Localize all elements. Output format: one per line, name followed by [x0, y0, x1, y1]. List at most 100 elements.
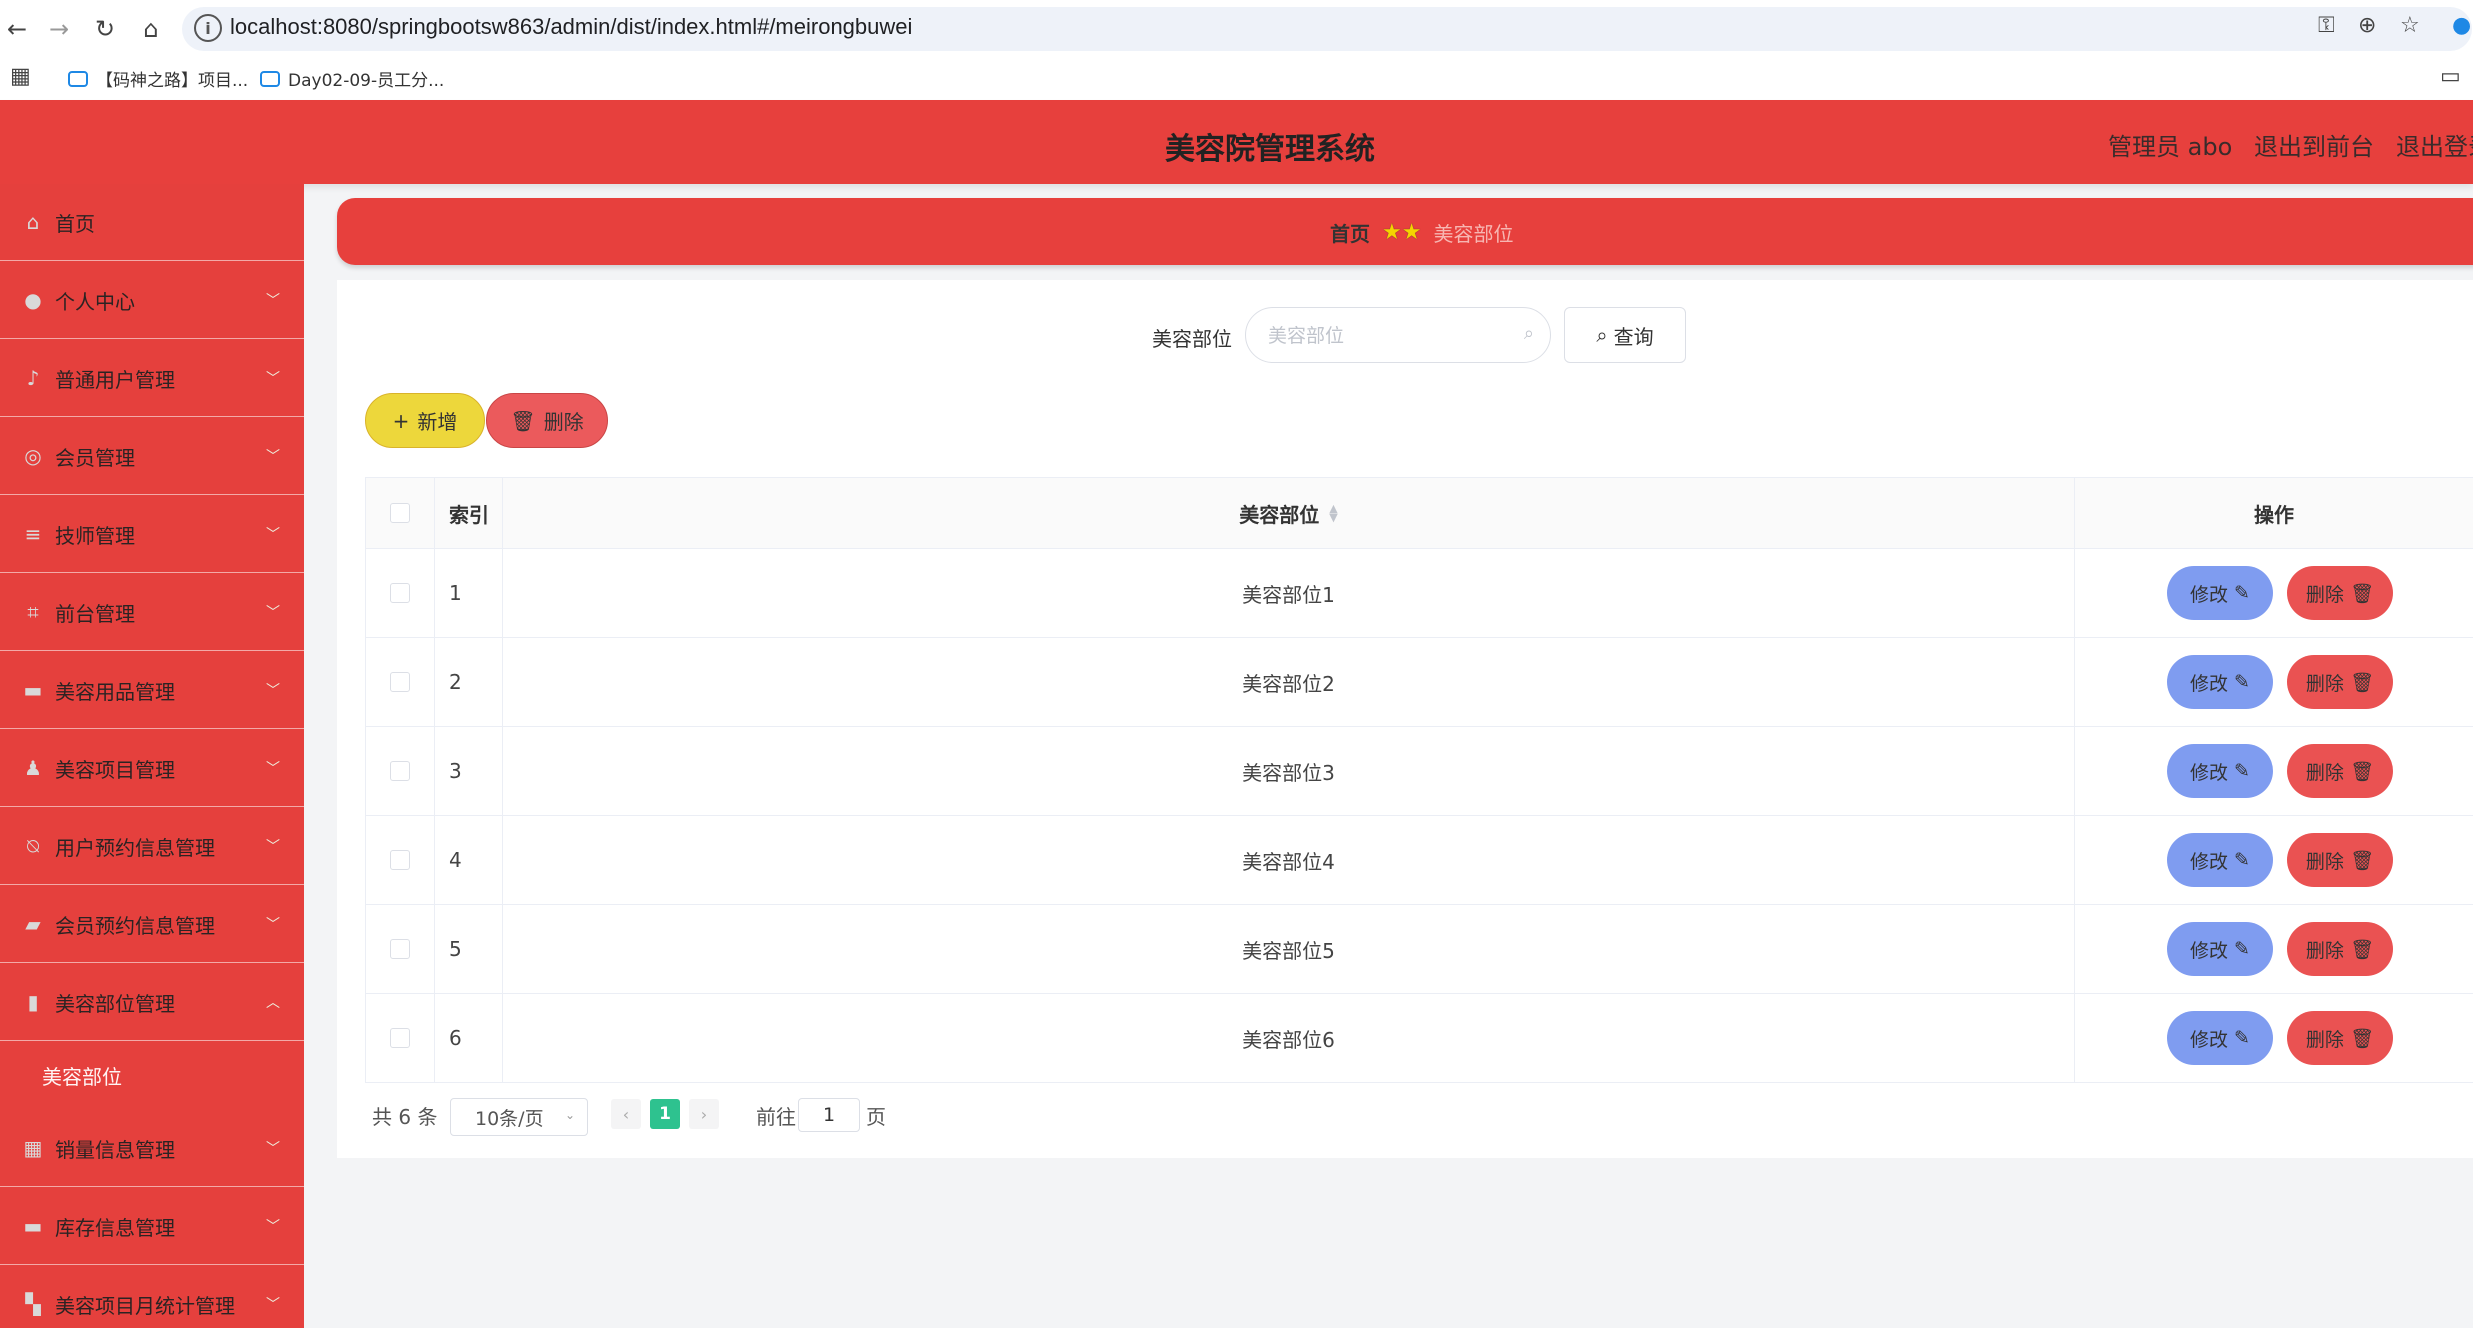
sort-caret-icon[interactable]: ▲ ▼ [1329, 503, 1337, 523]
sidebar-item[interactable]: ▰ 会员预约信息管理 ﹀ [0, 886, 304, 963]
bookmark-item[interactable]: Day02-09-员工分... [260, 66, 444, 91]
logout-link[interactable]: 退出登录 [2396, 127, 2473, 162]
sidebar-item[interactable]: ♟ 美容项目管理 ﹀ [0, 730, 304, 807]
sidebar-item[interactable]: ▮ 美容部位管理 ︿ [0, 964, 304, 1041]
row-delete-button[interactable]: 删除 🗑 [2287, 744, 2393, 798]
edit-button[interactable]: 修改 ✎ [2167, 833, 2273, 887]
edit-button[interactable]: 修改 ✎ [2167, 655, 2273, 709]
chevron-down-icon: ﹀ [266, 605, 280, 621]
edit-icon: ✎ [2234, 760, 2250, 782]
sidebar-item[interactable]: ≡ 技师管理 ﹀ [0, 496, 304, 573]
sidebar-item[interactable]: ▦ 销量信息管理 ﹀ [0, 1110, 304, 1187]
header-name[interactable]: 美容部位 ▲ ▼ [503, 478, 2075, 548]
sidebar-item-label: 会员管理 [55, 445, 135, 470]
row-checkbox[interactable] [390, 761, 410, 781]
row-delete-button[interactable]: 删除 🗑 [2287, 922, 2393, 976]
row-delete-button[interactable]: 删除 🗑 [2287, 566, 2393, 620]
bookmark-item[interactable]: 【码神之路】项目... [68, 66, 248, 91]
sidebar-item-label: 个人中心 [55, 289, 135, 314]
query-button[interactable]: ⌕ 查询 [1564, 307, 1686, 363]
chevron-down-icon: ﹀ [266, 371, 280, 387]
sidebar-item[interactable]: ⌂ 首页 [0, 184, 304, 261]
sidebar-item[interactable]: ◎ 会员管理 ﹀ [0, 418, 304, 495]
row-name: 美容部位4 [503, 816, 2075, 904]
row-name: 美容部位1 [503, 549, 2075, 637]
add-button[interactable]: + 新增 [365, 393, 485, 448]
edit-button[interactable]: 修改 ✎ [2167, 922, 2273, 976]
row-delete-button[interactable]: 删除 🗑 [2287, 833, 2393, 887]
edit-icon: ✎ [2234, 582, 2250, 604]
row-checkbox[interactable] [390, 583, 410, 603]
profile-icon[interactable]: ● [2452, 13, 2471, 38]
row-checkbox-cell [365, 816, 435, 904]
chevron-down-icon: ﹀ [266, 839, 280, 855]
edit-button[interactable]: 修改 ✎ [2167, 1011, 2273, 1065]
home-browser-icon[interactable]: ⌂ [134, 12, 168, 46]
row-delete-button[interactable]: 删除 🗑 [2287, 1011, 2393, 1065]
row-name: 美容部位2 [503, 638, 2075, 726]
search-box[interactable]: ⌕ [1245, 307, 1551, 364]
row-delete-button[interactable]: 删除 🗑 [2287, 655, 2393, 709]
prev-page-button[interactable]: ‹ [611, 1099, 641, 1129]
row-index: 2 [435, 638, 503, 726]
sidebar-item-label: 普通用户管理 [55, 367, 175, 392]
edit-button[interactable]: 修改 ✎ [2167, 744, 2273, 798]
goto-page-input[interactable] [798, 1098, 860, 1132]
reload-icon[interactable]: ↻ [88, 12, 122, 46]
apps-grid-icon[interactable]: ▦ [10, 64, 31, 89]
page-size-select[interactable]: 10条/页 ⌄ [450, 1098, 588, 1136]
exit-to-front-link[interactable]: 退出到前台 [2254, 127, 2374, 162]
row-checkbox[interactable] [390, 939, 410, 959]
chevron-down-icon: ﹀ [266, 917, 280, 933]
next-page-button[interactable]: › [689, 1099, 719, 1129]
folder-icon[interactable]: ▭ [2440, 64, 2461, 89]
sidebar-item[interactable]: ♪ 普通用户管理 ﹀ [0, 340, 304, 417]
chevron-down-icon: ﹀ [266, 527, 280, 543]
search-icon: ⌕ [1523, 323, 1534, 344]
search-label: 美容部位 [1152, 327, 1232, 351]
key-icon[interactable]: ⚿ [2318, 13, 2335, 38]
row-checkbox-cell [365, 994, 435, 1082]
forward-arrow-icon[interactable]: → [42, 12, 76, 46]
row-checkbox-cell [365, 638, 435, 726]
person-icon: ♟ [24, 756, 42, 780]
row-checkbox[interactable] [390, 672, 410, 692]
table-row: 6 美容部位6 修改 ✎ 删除 🗑 [365, 994, 2473, 1083]
page-number-current[interactable]: 1 [650, 1099, 680, 1129]
sidebar-item[interactable]: ⍉ 用户预约信息管理 ﹀ [0, 808, 304, 885]
zoom-icon[interactable]: ⊕ [2358, 13, 2376, 38]
row-checkbox[interactable] [390, 850, 410, 870]
site-info-icon[interactable]: i [194, 14, 222, 42]
sidebar-item[interactable]: ● 个人中心 ﹀ [0, 262, 304, 339]
bar-chart-icon: ▮ [27, 990, 39, 1014]
sidebar-item[interactable]: ▚ 美容项目月统计管理 ﹀ [0, 1266, 304, 1328]
bilibili-icon [260, 70, 280, 87]
url-text[interactable]: localhost:8080/springbootsw863/admin/dis… [230, 14, 912, 40]
header-index: 索引 [435, 478, 503, 548]
row-checkbox[interactable] [390, 1028, 410, 1048]
back-arrow-icon[interactable]: ← [0, 12, 34, 46]
sidebar-item[interactable]: ⌗ 前台管理 ﹀ [0, 574, 304, 651]
trash-icon: 🗑 [2349, 582, 2375, 605]
trash-icon: 🗑 [510, 408, 536, 433]
wallet-icon: ▰ [25, 912, 41, 936]
breadcrumb-home[interactable]: 首页 [1330, 218, 1370, 247]
batch-delete-button[interactable]: 🗑 删除 [486, 393, 608, 448]
search-input[interactable] [1266, 308, 1510, 364]
sidebar-item-label: 用户预约信息管理 [55, 835, 215, 860]
select-all-checkbox[interactable] [390, 503, 410, 523]
chevron-down-icon: ⌄ [564, 1108, 575, 1122]
chevron-down-icon: ﹀ [266, 761, 280, 777]
row-index: 5 [435, 905, 503, 993]
sidebar-item[interactable]: ▬ 库存信息管理 ﹀ [0, 1188, 304, 1265]
edit-button[interactable]: 修改 ✎ [2167, 566, 2273, 620]
table-row: 4 美容部位4 修改 ✎ 删除 🗑 [365, 816, 2473, 905]
breadcrumb-current: 美容部位 [1433, 222, 1514, 246]
sidebar-subitem-beauty-part[interactable]: 美容部位 [0, 1042, 304, 1108]
sidebar-item[interactable]: ▬ 美容用品管理 ﹀ [0, 652, 304, 729]
table-header-row: 索引 美容部位 ▲ ▼ 操作 [365, 477, 2473, 549]
microphone-icon: ♪ [26, 366, 40, 390]
breadcrumb: 首页 ★★ 美容部位 [337, 198, 2473, 265]
sidebar-subitem-label: 美容部位 [42, 1064, 122, 1089]
star-icon[interactable]: ☆ [2400, 13, 2420, 38]
